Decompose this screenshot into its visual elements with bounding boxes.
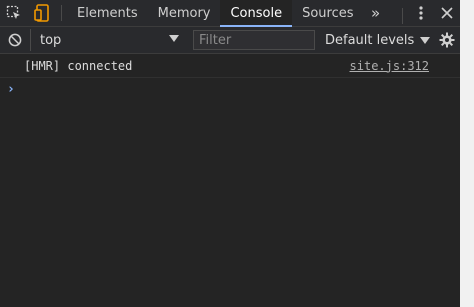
dropdown-caret-icon — [169, 35, 179, 42]
log-levels-dropdown[interactable]: Default levels — [325, 32, 431, 48]
tab-elements-label: Elements — [77, 5, 138, 21]
tab-memory-label: Memory — [157, 5, 211, 21]
device-toggle-icon[interactable] — [28, 0, 56, 26]
dropdown-caret-icon — [420, 36, 431, 44]
settings-gear-icon[interactable] — [436, 29, 458, 51]
tab-elements[interactable]: Elements — [67, 0, 148, 26]
devtools-panel: Elements Memory Console Sources » top Fi… — [0, 0, 460, 307]
more-tabs-icon[interactable]: » — [364, 0, 388, 26]
kebab-menu-icon[interactable] — [408, 0, 434, 26]
tab-bar-actions — [397, 0, 460, 26]
tab-memory[interactable]: Memory — [148, 0, 221, 26]
log-levels-label: Default levels — [325, 32, 415, 48]
tab-sources[interactable]: Sources — [292, 0, 363, 26]
devtools-tab-bar: Elements Memory Console Sources » — [0, 0, 460, 27]
filter-input[interactable] — [193, 30, 315, 50]
tab-console[interactable]: Console — [220, 0, 293, 27]
console-prompt[interactable]: › — [0, 78, 460, 100]
console-message: [HMR] connected site.js:312 — [0, 54, 460, 78]
context-selector-value: top — [40, 32, 62, 48]
toolbar-divider — [61, 5, 62, 21]
console-toolbar: top Default levels — [0, 27, 460, 54]
prompt-chevron-icon: › — [7, 81, 15, 97]
context-selector[interactable]: top — [30, 29, 185, 51]
toolbar-divider — [402, 7, 403, 24]
console-output: [HMR] connected site.js:312 › — [0, 54, 460, 307]
tab-console-label: Console — [230, 5, 283, 21]
page-edge — [460, 0, 474, 307]
close-icon[interactable] — [434, 0, 460, 26]
tab-sources-label: Sources — [302, 5, 354, 21]
inspect-element-icon[interactable] — [0, 0, 28, 26]
console-message-source-link[interactable]: site.js:312 — [350, 59, 429, 73]
clear-console-icon[interactable] — [0, 27, 30, 53]
console-message-text: [HMR] connected — [24, 58, 133, 73]
